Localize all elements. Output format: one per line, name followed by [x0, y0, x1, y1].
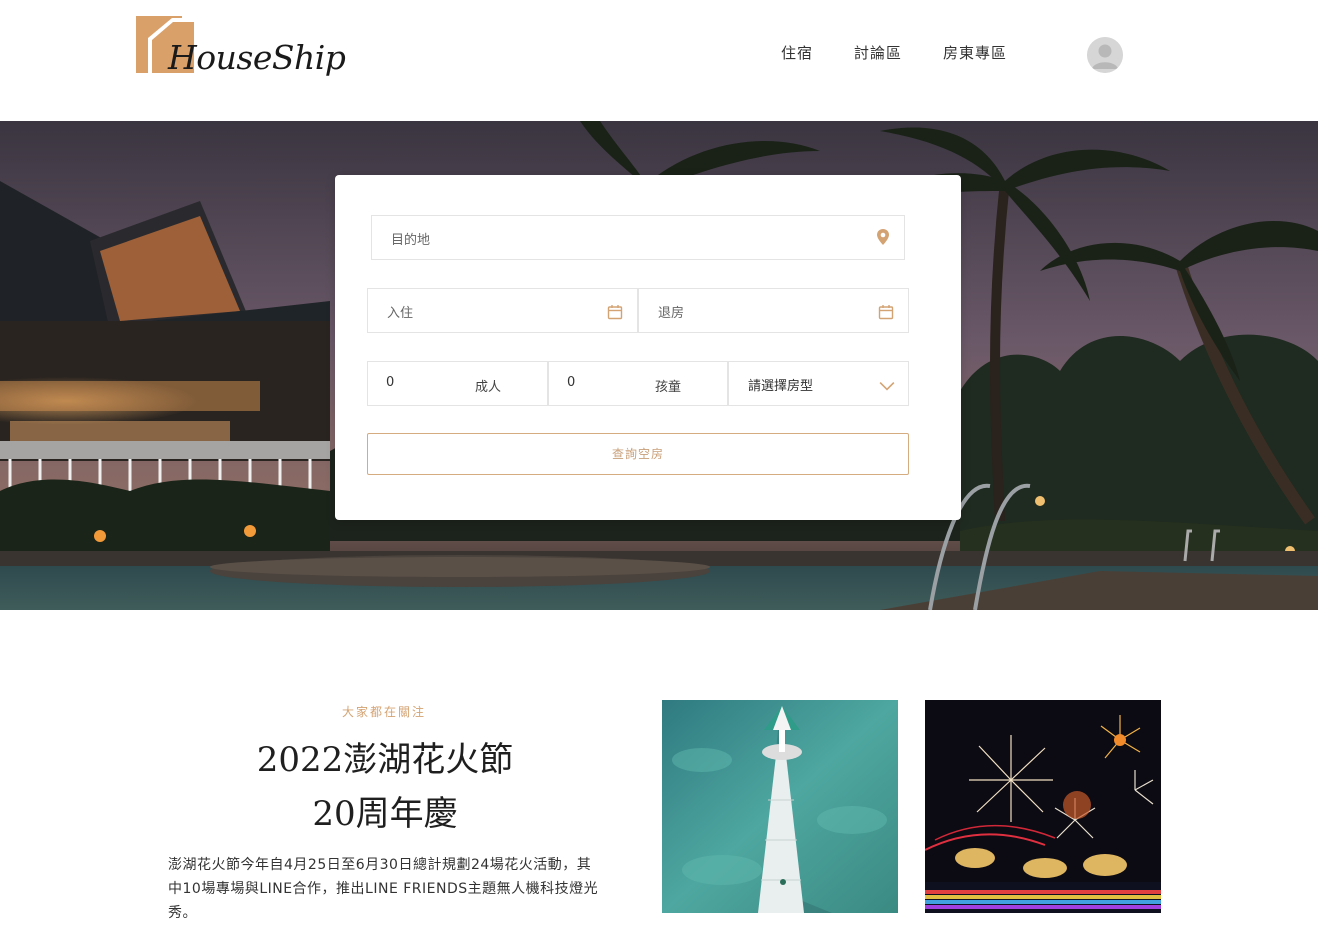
fireworks-image: [925, 700, 1161, 913]
chevron-down-icon: [879, 382, 895, 391]
pier-photo[interactable]: [662, 700, 898, 913]
brand-logo[interactable]: HouseShip: [136, 16, 346, 86]
checkin-date-input[interactable]: 入住: [367, 288, 638, 333]
feature-body: 澎湖花火節今年自4月25日至6月30日總計規劃24場花火活動，其中10場專場與L…: [168, 857, 599, 921]
search-panel: 目的地 入住 退房 0 成人 0 孩童 請選擇房型 查詢空房: [335, 175, 961, 520]
adults-value: 0: [386, 375, 395, 390]
location-pin-icon: [877, 229, 889, 245]
room-type-selected: 請選擇房型: [748, 379, 814, 394]
checkin-placeholder: 入住: [387, 306, 414, 321]
children-count-input[interactable]: 0 孩童: [548, 361, 728, 406]
feature-title-line-1: 2022澎湖花火節: [256, 740, 514, 780]
nav-item-lodging[interactable]: 住宿: [781, 42, 813, 63]
checkout-date-input[interactable]: 退房: [638, 288, 909, 333]
section-kicker: 大家都在關注: [342, 705, 427, 719]
user-avatar-icon[interactable]: [1087, 37, 1123, 73]
checkout-placeholder: 退房: [658, 306, 685, 321]
calendar-icon: [607, 305, 623, 320]
children-label: 孩童: [655, 380, 682, 395]
pier-image: [662, 700, 898, 913]
feature-title-line-2: 20周年慶: [312, 794, 458, 834]
nav-item-forum[interactable]: 討論區: [854, 42, 902, 63]
fireworks-photo[interactable]: [925, 700, 1161, 913]
adults-count-input[interactable]: 0 成人: [367, 361, 548, 406]
feature-title: 2022澎湖花火節 20周年慶: [200, 733, 570, 841]
nav-item-host-area[interactable]: 房東專區: [943, 42, 1007, 63]
search-rooms-button[interactable]: 查詢空房: [367, 433, 909, 475]
calendar-icon: [878, 305, 894, 320]
destination-input[interactable]: 目的地: [371, 215, 905, 260]
brand-name: HouseShip: [168, 38, 346, 77]
children-value: 0: [567, 375, 576, 390]
adults-label: 成人: [475, 380, 502, 395]
site-header: HouseShip 住宿 討論區 房東專區: [0, 0, 1318, 121]
destination-placeholder: 目的地: [391, 233, 431, 248]
room-type-select[interactable]: 請選擇房型: [728, 361, 909, 406]
